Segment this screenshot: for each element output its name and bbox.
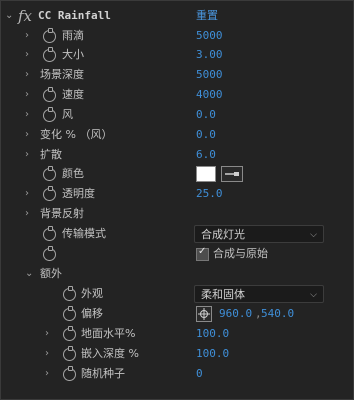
prop-value[interactable]: 5000	[196, 65, 223, 85]
stopwatch-icon[interactable]	[43, 186, 56, 201]
prop-label: 大小	[62, 48, 84, 61]
stopwatch-icon[interactable]	[43, 166, 56, 181]
prop-value[interactable]: 5000	[196, 26, 223, 46]
checkbox-check-icon[interactable]	[196, 246, 209, 261]
stopwatch-icon[interactable]	[63, 366, 76, 381]
crosshair-icon[interactable]	[196, 306, 212, 322]
stopwatch-icon[interactable]	[43, 87, 56, 102]
chevron-right-icon[interactable]: ›	[25, 45, 29, 65]
prop-spread: › 扩散 6.0	[0, 145, 354, 165]
prop-random-seed: › 随机种子 0	[0, 364, 354, 384]
chevron-right-icon[interactable]: ›	[25, 145, 29, 165]
stopwatch-icon[interactable]	[63, 286, 76, 301]
stopwatch-icon[interactable]	[43, 226, 56, 241]
prop-label: 变化 % （风）	[40, 128, 113, 141]
chevron-down-icon[interactable]: ⌄	[25, 264, 33, 284]
chevron-right-icon[interactable]: ›	[25, 204, 29, 224]
prop-bg-reflect: › 背景反射	[0, 204, 354, 224]
chevron-right-icon[interactable]: ›	[25, 184, 29, 204]
prop-embed-depth: › 嵌入深度 % 100.0	[0, 344, 354, 364]
chevron-right-icon[interactable]: ›	[25, 26, 29, 46]
prop-value[interactable]: 100.0	[196, 324, 229, 344]
chevron-right-icon[interactable]: ›	[25, 105, 29, 125]
eyedropper-icon[interactable]	[221, 166, 243, 182]
prop-opacity: › 透明度 25.0	[0, 184, 354, 204]
prop-label: 地面水平%	[81, 327, 136, 340]
dropdown-value: 合成灯光	[201, 228, 245, 241]
prop-label: 场景深度	[40, 68, 84, 81]
prop-label: 雨滴	[62, 29, 84, 42]
effect-name: CC Rainfall	[38, 9, 111, 22]
group-label: 额外	[40, 267, 62, 280]
prop-scene-depth: › 场景深度 5000	[0, 65, 354, 85]
prop-label: 风	[62, 108, 73, 121]
fx-icon[interactable]: fx	[18, 6, 32, 26]
chevron-right-icon[interactable]: ›	[45, 364, 49, 384]
prop-value[interactable]: 100.0	[196, 344, 229, 364]
prop-label: 外观	[81, 287, 103, 300]
prop-transfer-mode: 传输模式 合成灯光 ⌵	[0, 224, 354, 244]
prop-drops: › 雨滴 5000	[0, 26, 354, 46]
offset-y-value[interactable]: 540.0	[261, 304, 294, 324]
checkbox-label: 合成与原始	[213, 247, 268, 260]
offset-x-value[interactable]: 960.0	[219, 304, 252, 324]
dropdown-value: 柔和固体	[201, 288, 245, 301]
prop-color: 颜色	[0, 164, 354, 184]
appearance-dropdown[interactable]: 柔和固体 ⌵	[194, 285, 324, 303]
prop-size: › 大小 3.00	[0, 45, 354, 65]
chevron-right-icon[interactable]: ›	[45, 344, 49, 364]
stopwatch-icon[interactable]	[43, 107, 56, 122]
chevron-right-icon[interactable]: ›	[25, 125, 29, 145]
prop-offset: 偏移 960.0 , 540.0	[0, 304, 354, 324]
prop-composite: 合成与原始	[0, 244, 354, 264]
prop-ground-level: › 地面水平% 100.0	[0, 324, 354, 344]
prop-value[interactable]: 4000	[196, 85, 223, 105]
prop-variation: › 变化 % （风） 0.0	[0, 125, 354, 145]
prop-label: 嵌入深度 %	[81, 347, 139, 360]
prop-label: 偏移	[81, 307, 103, 320]
transfer-mode-dropdown[interactable]: 合成灯光 ⌵	[194, 225, 324, 243]
prop-wind: › 风 0.0	[0, 105, 354, 125]
reset-button[interactable]: 重置	[196, 6, 218, 26]
stopwatch-icon[interactable]	[63, 306, 76, 321]
prop-label: 透明度	[62, 187, 95, 200]
prop-label: 速度	[62, 88, 84, 101]
prop-label: 随机种子	[81, 367, 125, 380]
prop-value[interactable]: 0.0	[196, 125, 216, 145]
prop-value[interactable]: 0.0	[196, 105, 216, 125]
prop-label: 传输模式	[62, 227, 106, 240]
dropdown-arrow-icon: ⌵	[310, 290, 317, 300]
prop-value[interactable]: 6.0	[196, 145, 216, 165]
prop-label: 颜色	[62, 167, 84, 180]
prop-speed: › 速度 4000	[0, 85, 354, 105]
prop-value[interactable]: 3.00	[196, 45, 223, 65]
chevron-right-icon[interactable]: ›	[45, 324, 49, 344]
color-swatch[interactable]	[196, 166, 216, 182]
stopwatch-icon[interactable]	[43, 47, 56, 62]
stopwatch-icon[interactable]	[63, 346, 76, 361]
chevron-right-icon[interactable]: ›	[25, 65, 29, 85]
prop-label: 扩散	[40, 148, 62, 161]
prop-appearance: 外观 柔和固体 ⌵	[0, 284, 354, 304]
chevron-down-icon[interactable]: ⌄	[5, 6, 13, 26]
prop-value[interactable]: 25.0	[196, 184, 223, 204]
dropdown-arrow-icon: ⌵	[310, 230, 317, 240]
group-extras[interactable]: ⌄ 额外	[0, 264, 354, 284]
chevron-right-icon[interactable]: ›	[25, 85, 29, 105]
prop-value[interactable]: 0	[196, 364, 203, 384]
prop-label: 背景反射	[40, 207, 84, 220]
stopwatch-icon[interactable]	[43, 28, 56, 43]
stopwatch-icon[interactable]	[43, 246, 56, 261]
effect-header[interactable]: ⌄ fx CC Rainfall 重置	[0, 6, 354, 26]
stopwatch-icon[interactable]	[63, 326, 76, 341]
